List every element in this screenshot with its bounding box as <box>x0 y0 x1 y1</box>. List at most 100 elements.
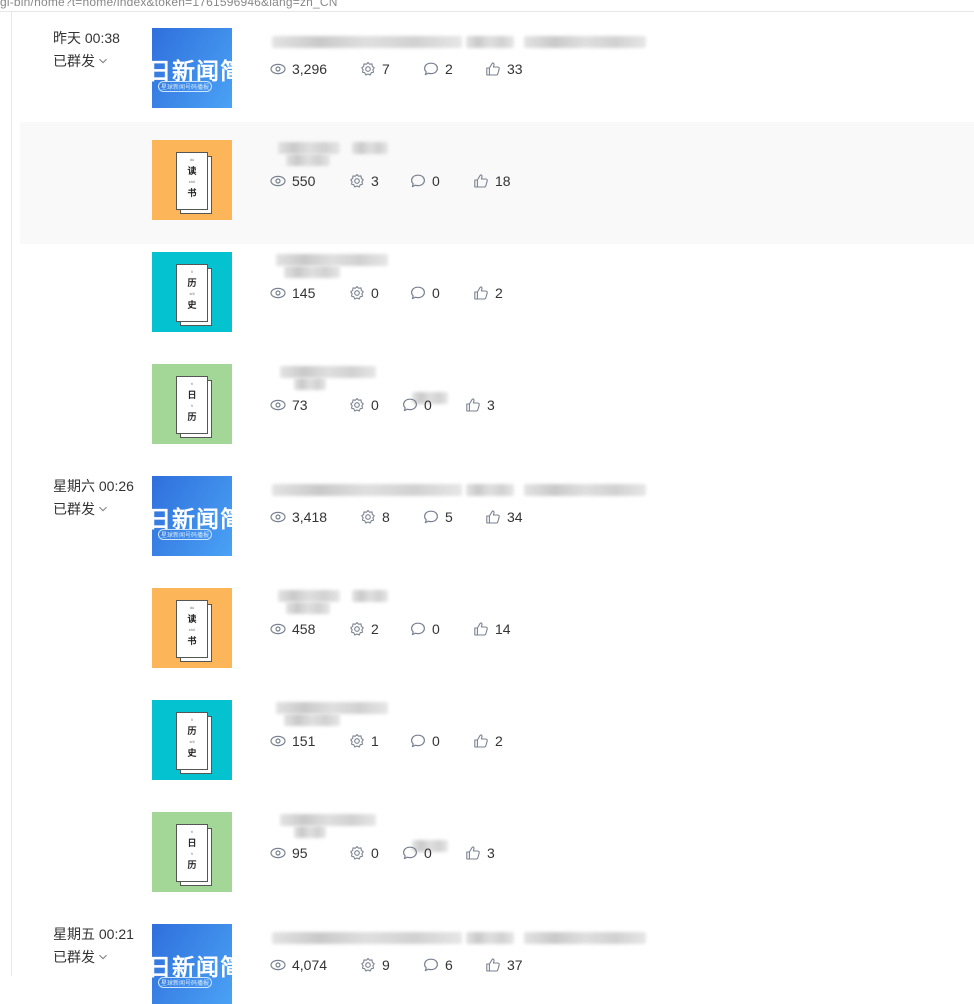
stat-likes[interactable]: 2 <box>473 733 503 749</box>
article-cover-news[interactable]: 日新闻简星球新闻号码播报 <box>152 476 232 556</box>
send-status-label: 已群发 <box>53 53 95 69</box>
eye-icon <box>270 509 292 525</box>
article-title-redacted[interactable] <box>252 26 652 52</box>
send-date: 星期六 00:26 <box>53 478 134 494</box>
stat-shares[interactable]: 8 <box>360 509 390 525</box>
book-icon: dú 读 shū 书 <box>176 600 212 662</box>
article-cover-news[interactable]: 日新闻简星球新闻号码播报 <box>152 28 232 108</box>
comment-icon <box>410 173 432 189</box>
stat-shares[interactable]: 7 <box>360 61 390 77</box>
stat-likes[interactable]: 33 <box>485 61 523 77</box>
cover-caption-text: 星球新闻号码播报 <box>158 529 213 540</box>
article-title-redacted[interactable] <box>252 250 652 278</box>
redacted-text-block <box>352 590 388 602</box>
book-icon: rì 日 lì 历 <box>176 376 212 438</box>
redacted-text-block <box>278 590 340 602</box>
stat-reads[interactable]: 4,074 <box>270 957 327 973</box>
chevron-down-icon[interactable] <box>98 56 108 66</box>
article-title-redacted[interactable] <box>252 362 652 404</box>
book-icon: lì 历 shǐ 史 <box>176 264 212 326</box>
book-icon: lì 历 shǐ 史 <box>176 712 212 774</box>
stat-reads[interactable]: 458 <box>270 621 315 637</box>
stat-reads[interactable]: 3,296 <box>270 61 327 77</box>
cover-glyph-text: 历 <box>187 413 197 423</box>
article-cover-history[interactable]: lì 历 shǐ 史 <box>152 700 232 780</box>
stat-shares[interactable]: 9 <box>360 957 390 973</box>
stat-shares[interactable]: 1 <box>349 733 379 749</box>
stat-comments[interactable]: 2 <box>423 61 453 77</box>
stat-shares[interactable]: 0 <box>349 397 379 413</box>
article-stats: 151 1 0 2 <box>270 733 570 753</box>
stat-reads-value: 458 <box>292 621 316 637</box>
stat-reads-value: 3,418 <box>292 509 328 525</box>
stat-comments[interactable]: 0 <box>402 397 432 413</box>
article-cover-reading[interactable]: dú 读 shū 书 <box>152 140 232 220</box>
stat-comments[interactable]: 0 <box>410 621 440 637</box>
send-status-dropdown[interactable]: 已群发 <box>53 500 108 518</box>
stat-shares[interactable]: 2 <box>349 621 379 637</box>
stat-likes[interactable]: 34 <box>485 509 523 525</box>
stat-shares[interactable]: 0 <box>349 845 379 861</box>
stat-comments[interactable]: 5 <box>423 509 453 525</box>
stat-likes[interactable]: 3 <box>465 845 495 861</box>
stat-reads[interactable]: 3,418 <box>270 509 327 525</box>
stat-comments[interactable]: 0 <box>410 173 440 189</box>
redacted-text-block <box>466 932 514 944</box>
stat-likes[interactable]: 14 <box>473 621 511 637</box>
stat-reads[interactable]: 73 <box>270 397 308 413</box>
stat-reads[interactable]: 151 <box>270 733 315 749</box>
mass-send-history-list: 日新闻简星球新闻号码播报3,2967233dú读shū书5503018lì历sh… <box>0 0 974 1004</box>
stat-comments[interactable]: 6 <box>423 957 453 973</box>
share-gear-icon <box>349 173 371 189</box>
article-title-redacted[interactable] <box>252 474 652 500</box>
article-title-redacted[interactable] <box>252 922 652 948</box>
eye-icon <box>270 61 292 77</box>
share-gear-icon <box>349 285 371 301</box>
stat-shares[interactable]: 0 <box>349 285 379 301</box>
stat-reads[interactable]: 95 <box>270 845 308 861</box>
article-title-redacted[interactable] <box>252 586 652 614</box>
article-cover-reading[interactable]: dú 读 shū 书 <box>152 588 232 668</box>
book-front-page: lì 历 shǐ 史 <box>176 264 208 322</box>
send-status-dropdown[interactable]: 已群发 <box>53 52 108 70</box>
article-cover-calendar[interactable]: rì 日 lì 历 <box>152 812 232 892</box>
book-front-page: rì 日 lì 历 <box>176 824 208 882</box>
redacted-text-block <box>284 266 340 278</box>
article-stats: 4,074 9 6 37 <box>270 957 570 977</box>
article-title-redacted[interactable] <box>252 810 652 852</box>
stat-reads[interactable]: 550 <box>270 173 315 189</box>
stat-comments-value: 0 <box>432 173 440 189</box>
stat-likes[interactable]: 37 <box>485 957 523 973</box>
comment-icon <box>402 397 424 413</box>
chevron-down-icon[interactable] <box>98 952 108 962</box>
stat-shares[interactable]: 3 <box>349 173 379 189</box>
stat-comments-value: 0 <box>424 845 432 861</box>
article-cover-news[interactable]: 日新闻简星球新闻号码播报 <box>152 924 232 1004</box>
stat-likes[interactable]: 18 <box>473 173 511 189</box>
stat-likes[interactable]: 3 <box>465 397 495 413</box>
stat-shares-value: 8 <box>382 509 390 525</box>
redacted-text-block <box>466 484 514 496</box>
stat-reads[interactable]: 145 <box>270 285 315 301</box>
eye-icon <box>270 845 292 861</box>
eye-icon <box>270 957 292 973</box>
stat-reads-value: 73 <box>292 397 308 413</box>
book-front-page: dú 读 shū 书 <box>176 152 208 210</box>
send-status-dropdown[interactable]: 已群发 <box>53 948 108 966</box>
share-gear-icon <box>349 845 371 861</box>
stat-comments[interactable]: 0 <box>410 733 440 749</box>
article-cover-history[interactable]: lì 历 shǐ 史 <box>152 252 232 332</box>
share-gear-icon <box>360 509 382 525</box>
article-stats: 458 2 0 14 <box>270 621 570 641</box>
stat-reads-value: 145 <box>292 285 316 301</box>
stat-comments[interactable]: 0 <box>410 285 440 301</box>
cover-pinyin-text: lì <box>191 851 193 856</box>
stat-comments[interactable]: 0 <box>402 845 432 861</box>
article-title-redacted[interactable] <box>252 698 652 726</box>
chevron-down-icon[interactable] <box>98 504 108 514</box>
stat-likes[interactable]: 2 <box>473 285 503 301</box>
share-gear-icon <box>360 957 382 973</box>
redacted-text-block <box>276 702 388 714</box>
article-cover-calendar[interactable]: rì 日 lì 历 <box>152 364 232 444</box>
article-title-redacted[interactable] <box>252 138 652 166</box>
